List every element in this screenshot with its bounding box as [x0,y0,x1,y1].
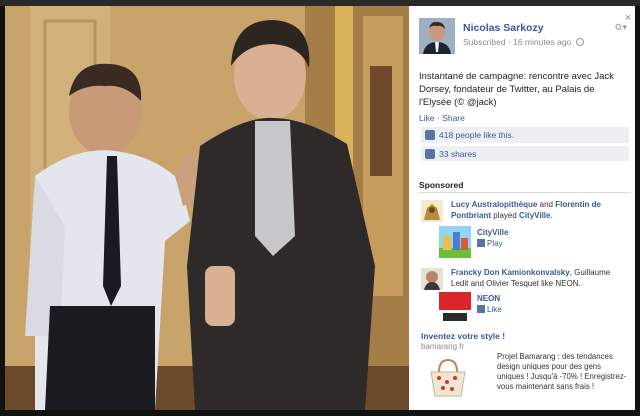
post-header: Nicolas Sarkozy Subscribed · 16 minutes … [419,12,631,58]
ad-app-link[interactable]: CityVille [519,211,550,220]
post-time[interactable]: 16 minutes ago [513,37,571,47]
neon-card[interactable]: NEON Like [439,292,519,326]
francky-avatar[interactable] [421,268,443,290]
post-meta: Subscribed · 16 minutes ago [463,37,584,47]
sponsored-heading: Sponsored [419,180,464,190]
likes-count[interactable]: 418 people like this. [421,127,629,143]
post-caption: Instantané de campagne: rencontre avec J… [419,71,614,108]
promo-url[interactable]: bamarang.fr [421,342,464,351]
play-button[interactable]: Play [477,239,503,248]
neon-logo [439,292,471,324]
cityville-name[interactable]: CityVille [477,228,508,237]
cityville-card[interactable]: CityVille Play [439,226,519,260]
subscribed-label[interactable]: Subscribed [463,37,506,47]
post-panel: Nicolas Sarkozy Subscribed · 16 minutes … [409,6,635,410]
close-icon[interactable]: × [625,12,631,24]
like-page-button[interactable]: Like [477,305,502,314]
sponsored-divider [419,192,631,193]
promo-bag-image[interactable] [425,356,471,400]
promo-text: Projet Bamarang : des tendances design u… [497,352,627,391]
thumbs-up-icon [477,305,485,313]
like-link[interactable]: Like [419,113,435,123]
cityville-avatar[interactable] [421,200,443,222]
cityville-icon [439,226,471,258]
avatar-image [419,18,455,54]
shares-count[interactable]: 33 shares [421,145,629,161]
ad-user-lucy[interactable]: Lucy Australopithèque [451,200,537,209]
photo-illustration [5,6,409,410]
promo-title[interactable]: Inventez votre style ! [421,331,505,341]
author-name[interactable]: Nicolas Sarkozy [463,22,544,34]
ad-played: played [493,210,517,220]
ad-cityville-text: Lucy Australopithèque and Florentin de P… [451,200,601,220]
globe-icon [575,38,584,46]
like-page-label: Like [487,305,502,314]
play-icon [477,239,485,247]
ad-and: and [539,200,553,209]
ad-user-francky[interactable]: Francky Don Kamionkonvalsky [451,268,570,277]
author-avatar[interactable] [419,18,455,54]
neon-name[interactable]: NEON [477,294,500,303]
post-photo[interactable] [5,6,409,410]
shares-text: 33 shares [439,149,477,159]
thumbs-up-icon [425,130,435,140]
share-icon [425,149,435,159]
post-actions: Like · Share [419,113,465,123]
share-link[interactable]: Share [442,113,465,123]
play-label: Play [487,239,503,248]
ad-neon-text: Francky Don Kamionkonvalsky, Guillaume L… [451,268,629,289]
likes-text: 418 people like this. [439,130,515,140]
